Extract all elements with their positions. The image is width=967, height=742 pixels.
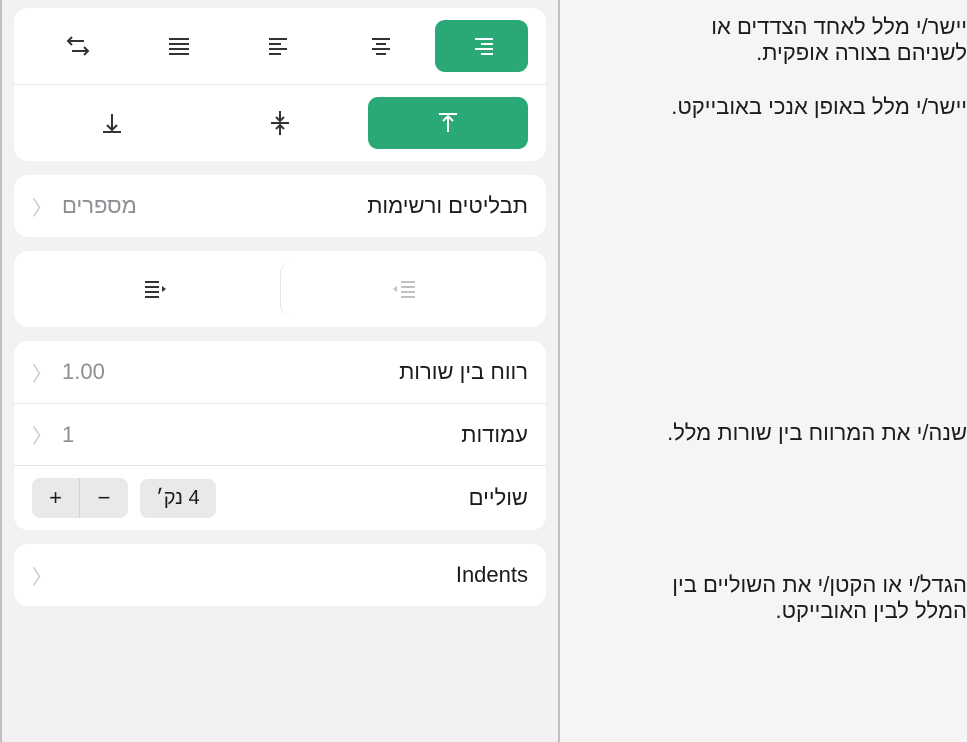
indent-button[interactable] (32, 263, 280, 315)
bullets-lists-card: תבליטים ורשימות מספרים 〈 (14, 175, 546, 237)
annotation-line-spacing: שנה/י את המרווח בין שורות מלל. (657, 420, 967, 446)
spacing-card: רווח בין שורות 1.00 〈 עמודות 1 〈 שוליים … (14, 341, 546, 530)
valign-bottom-button[interactable] (32, 97, 192, 149)
columns-row[interactable]: עמודות 1 〈 (14, 403, 546, 465)
line-spacing-value: 1.00 (62, 359, 105, 385)
columns-label: עמודות (461, 422, 528, 448)
indents-row[interactable]: Indents 〈 (14, 544, 546, 606)
margins-increase-button[interactable]: + (32, 478, 80, 518)
align-left-button[interactable] (234, 20, 327, 72)
indents-label: Indents (456, 562, 528, 588)
line-spacing-row[interactable]: רווח בין שורות 1.00 〈 (14, 341, 546, 403)
margins-row: שוליים 4 נק׳ − + (14, 465, 546, 530)
margins-decrease-button[interactable]: − (80, 478, 128, 518)
chevron-left-icon: 〈 (32, 561, 52, 590)
horizontal-align-group (32, 20, 528, 72)
align-center-button[interactable] (334, 20, 427, 72)
margins-value: 4 נק׳ (140, 479, 216, 518)
indent-buttons-card (14, 251, 546, 327)
margins-label: שוליים (469, 485, 528, 511)
chevron-left-icon: 〈 (32, 358, 52, 387)
chevron-left-icon: 〈 (32, 420, 52, 449)
annotation-vertical-align: יישר/י מלל באופן אנכי באובייקט. (657, 94, 967, 120)
annotation-horizontal-align: יישר/י מלל לאחד הצדדים או לשניהם בצורה א… (657, 14, 967, 66)
align-right-button[interactable] (435, 20, 528, 72)
chevron-left-icon: 〈 (32, 192, 52, 221)
bullets-lists-value: מספרים (62, 193, 137, 219)
line-spacing-label: רווח בין שורות (399, 359, 528, 385)
bullets-lists-label: תבליטים ורשימות (367, 193, 528, 219)
outdent-button[interactable] (280, 263, 529, 315)
alignment-card (14, 8, 546, 161)
bullets-lists-row[interactable]: תבליטים ורשימות מספרים 〈 (14, 175, 546, 237)
align-natural-button[interactable] (32, 20, 125, 72)
valign-middle-button[interactable] (200, 97, 360, 149)
align-justify-button[interactable] (133, 20, 226, 72)
columns-value: 1 (62, 422, 74, 448)
indents-card: Indents 〈 (14, 544, 546, 606)
margins-stepper: − + (32, 478, 128, 518)
vertical-align-group (32, 97, 528, 149)
format-panel: תבליטים ורשימות מספרים 〈 (0, 0, 560, 742)
valign-top-button[interactable] (368, 97, 528, 149)
annotation-margins: הגדל/י או הקטן/י את השוליים בין המלל לבי… (657, 572, 967, 624)
